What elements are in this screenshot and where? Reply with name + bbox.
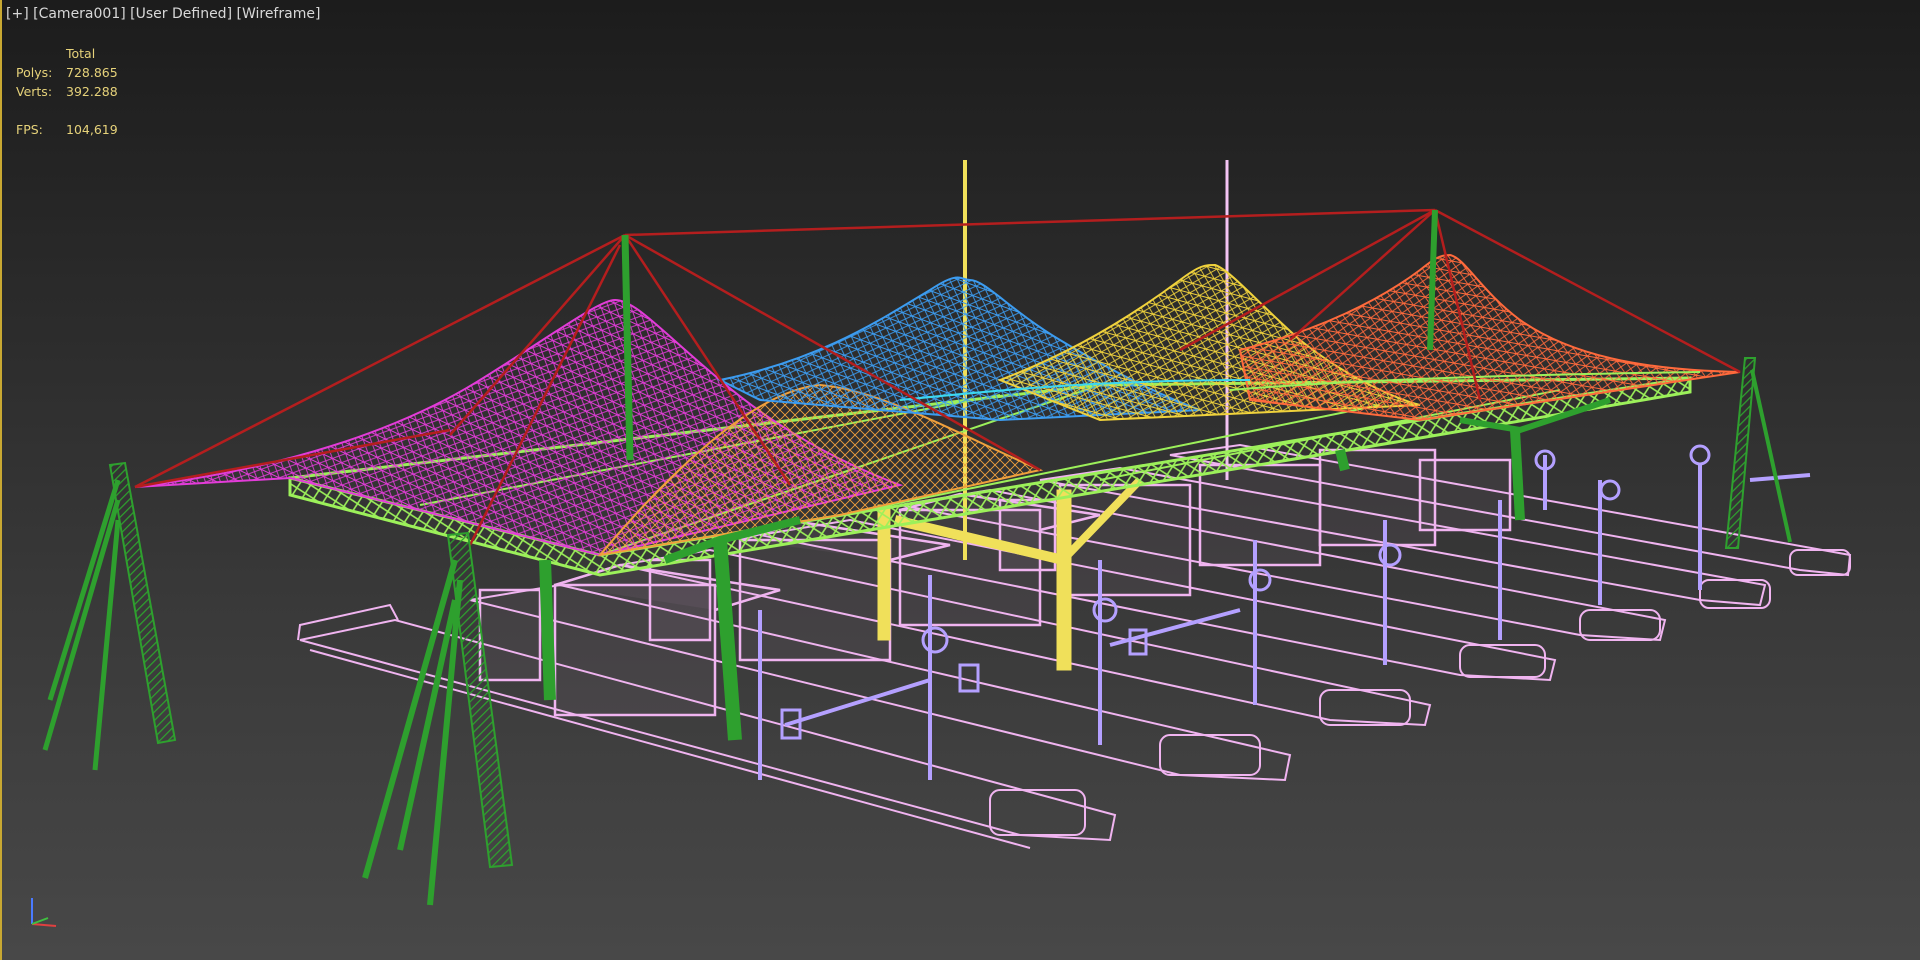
viewport-general-menu[interactable]: [+]: [6, 6, 29, 22]
axis-tripod-icon: [31, 898, 57, 927]
viewport-shading-menu[interactable]: [User Defined]: [130, 6, 232, 22]
viewport-label-menu[interactable]: [+] [Camera001] [User Defined] [Wirefram…: [6, 6, 320, 22]
stats-header: Total: [66, 46, 96, 61]
viewport-camera001[interactable]: [+] [Camera001] [User Defined] [Wirefram…: [0, 0, 1920, 960]
fps-label: FPS:: [16, 122, 43, 137]
verts-label: Verts:: [16, 84, 53, 99]
polys-value: 728.865: [66, 65, 118, 80]
fps-value: 104,619: [66, 122, 118, 137]
verts-value: 392.288: [66, 84, 118, 99]
viewport-render-mode-menu[interactable]: [Wireframe]: [236, 6, 320, 22]
polys-label: Polys:: [16, 65, 53, 80]
scene-statistics: Total Polys: 728.865 Verts: 392.288 FPS: 10…: [16, 44, 118, 139]
viewport-camera-menu[interactable]: [Camera001]: [33, 6, 126, 22]
wireframe-scene[interactable]: [0, 0, 1920, 960]
